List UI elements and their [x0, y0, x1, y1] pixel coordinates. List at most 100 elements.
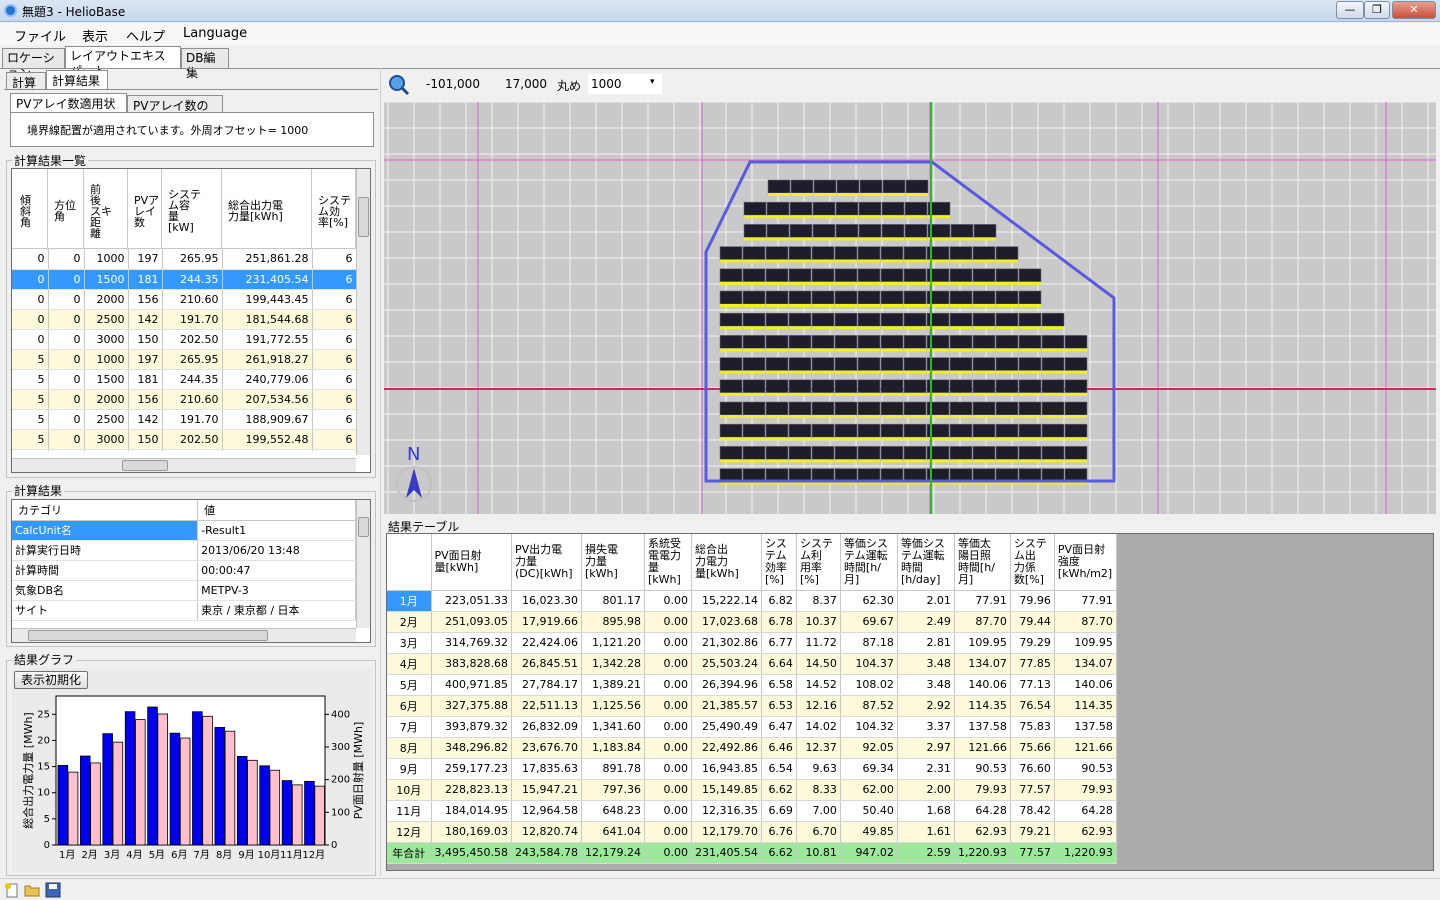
table-row[interactable]: 0 0 3000 150 202.50 191,772.55 6 [12, 329, 356, 350]
tab-calc[interactable]: 計算 [6, 72, 46, 90]
table-row[interactable]: 3月 314,769.32 22,424.06 1,121.20 0.00 21,302.… [387, 632, 1117, 654]
tab-calc-result[interactable]: 計算結果 [46, 70, 108, 90]
calc-list-hscroll[interactable] [12, 458, 356, 472]
table-row[interactable]: 10月 228,823.13 15,947.21 797.36 0.00 15,149.8… [387, 779, 1117, 801]
table-cell: 6.82 [761, 590, 797, 612]
table-row[interactable]: CalcUnit名 -Result1 [12, 520, 356, 541]
close-button[interactable]: ✕ [1392, 1, 1436, 19]
pv-module-shadow [813, 215, 835, 219]
column-header[interactable]: 等価シス テム運転 時間 [h/day] [897, 534, 955, 591]
pv-module [1018, 335, 1042, 349]
table-row[interactable]: 気象DB名 METPV-3 [12, 580, 356, 601]
new-file-icon[interactable] [4, 882, 20, 898]
vscroll-thumb[interactable] [358, 517, 369, 537]
table-row[interactable]: 計算時間 00:00:47 [12, 560, 356, 581]
table-cell: 76.60 [1010, 758, 1055, 780]
table-row[interactable]: 0 0 1000 197 265.95 251,861.28 6 [12, 249, 356, 270]
table-row[interactable]: 6月 327,375.88 22,511.13 1,125.56 0.00 21,385.… [387, 695, 1117, 717]
zoom-icon[interactable] [388, 74, 410, 96]
reset-view-button[interactable]: 表示初期化 [14, 671, 88, 689]
table-cell: 14.52 [796, 674, 841, 696]
table-row[interactable]: 5 0 2500 142 191.70 188,909.67 6 [12, 409, 356, 430]
splitter[interactable] [380, 68, 381, 876]
menu-help[interactable]: ヘルプ [126, 26, 165, 45]
pv-module [1018, 290, 1042, 305]
table-cell: 15,222.14 [691, 590, 762, 612]
calc-list-col-header[interactable]: システ ム容量 [kW] [162, 169, 222, 249]
column-header[interactable]: 等価太 陽日照 時間[h/月] [954, 534, 1011, 591]
calc-list-col-header[interactable]: PVア レイ数 [128, 169, 162, 249]
column-header[interactable]: 総合出 力電力 量[kWh] [691, 534, 762, 591]
table-cell: 1.61 [897, 821, 955, 843]
table-row[interactable]: 2月 251,093.05 17,919.66 895.98 0.00 17,023.68… [387, 611, 1117, 633]
table-cell: 140.06 [1054, 674, 1117, 696]
tab-pv-array-state[interactable]: PVアレイ数適用状態 [10, 93, 127, 128]
column-header[interactable]: PV出力電 力量 (DC)[kWh] [511, 534, 582, 591]
pv-module-shadow [812, 326, 834, 330]
calc-list-col-header[interactable]: 総合出力電 力量[kWh] [222, 169, 312, 249]
table-row[interactable]: 1001000197265.95266,430.736 [12, 449, 356, 451]
column-header[interactable]: 等価シス テム運転 時間[h/月] [840, 534, 898, 591]
pv-module [1064, 446, 1088, 460]
hscroll-thumb[interactable] [122, 460, 168, 471]
column-header[interactable]: システ ム利 用率 [%] [796, 534, 841, 591]
table-row[interactable]: 1月 223,051.33 16,023.30 801.17 0.00 15,222.14… [387, 590, 1117, 612]
pv-module-shadow [904, 281, 926, 285]
table-row[interactable]: 5 0 1500 181 244.35 240,779.06 6 [12, 369, 356, 390]
column-header[interactable]: シス テム 効率 [%] [761, 534, 797, 591]
table-row[interactable]: 9月 259,177.23 17,835.63 891.78 0.00 16,943.85… [387, 758, 1117, 780]
table-row[interactable]: 0 0 1500 181 244.35 231,405.54 6 [12, 269, 356, 290]
hscroll-thumb[interactable] [28, 630, 268, 641]
pv-module [743, 201, 767, 216]
column-header[interactable]: 損失電 力量 [kWh] [581, 534, 645, 591]
calc-list-col-header[interactable]: システ ム効 率[%] [312, 169, 356, 249]
tab-layout-expert[interactable]: レイアウトエキスパート [65, 46, 181, 78]
menu-file[interactable]: ファイル [14, 26, 66, 45]
table-row[interactable]: 8月 348,296.82 23,676.70 1,183.84 0.00 22,492.… [387, 737, 1117, 759]
pv-module [880, 401, 904, 416]
table-row[interactable]: 5 0 2000 156 210.60 207,534.56 6 [12, 389, 356, 410]
calc-list-col-header[interactable]: 前後スキ距離 [84, 169, 128, 249]
column-header[interactable] [387, 534, 432, 591]
calc-list-col-header[interactable]: 方位角 [48, 169, 84, 249]
tab-pv-array-change[interactable]: PVアレイ数の変更 [127, 95, 223, 130]
table-row[interactable]: サイト 東京 / 東京都 / 日本 [12, 600, 356, 621]
total-row[interactable]: 年合計 3,495,450.58 243,584.78 12,179.24 0.00 23… [387, 842, 1117, 864]
save-icon[interactable] [45, 882, 61, 898]
column-header[interactable]: PV面日射 強度 [kWh/m2] [1054, 534, 1117, 591]
menu-view[interactable]: 表示 [82, 26, 108, 45]
minimize-button[interactable]: — [1336, 1, 1364, 19]
pv-module [903, 357, 927, 371]
calc-result-hscroll[interactable] [12, 628, 356, 642]
column-header[interactable]: システ ム出 力係 数[%] [1010, 534, 1055, 591]
maximize-button[interactable]: ❐ [1364, 1, 1390, 19]
pv-module [719, 401, 743, 416]
table-row[interactable]: 5 0 1000 197 265.95 261,918.27 6 [12, 349, 356, 370]
open-folder-icon[interactable] [24, 882, 40, 898]
round-select[interactable]: 1000 ▾ [588, 74, 662, 94]
table-row[interactable]: 5月 400,971.85 27,784.17 1,389.21 0.00 26,394.… [387, 674, 1117, 696]
vscroll-thumb[interactable] [358, 197, 369, 237]
table-cell: 12.37 [796, 737, 841, 759]
table-row[interactable]: 0 0 2500 142 191.70 181,544.68 6 [12, 309, 356, 330]
calc-list-col-header[interactable]: 傾斜角 [12, 169, 48, 249]
tab-location[interactable]: ロケーション [2, 48, 65, 80]
table-row[interactable]: 12月 180,169.03 12,820.74 641.04 0.00 12,179.7… [387, 821, 1117, 843]
table-row[interactable]: 4月 383,828.68 26,845.51 1,342.28 0.00 25,503.… [387, 653, 1117, 675]
column-header[interactable]: PV面日射 量[kWh] [431, 534, 512, 591]
table-row[interactable]: 11月 184,014.95 12,964.58 648.23 0.00 12,316.3… [387, 800, 1117, 822]
calc-list-vscroll[interactable] [356, 169, 370, 455]
table-row[interactable]: 計算実行日時 2013/06/20 13:48 [12, 540, 356, 561]
pv-module-shadow [1042, 459, 1064, 463]
column-header[interactable]: 系統受 電電力量 [kWh] [644, 534, 692, 591]
table-cell: 87.52 [840, 695, 898, 717]
calc-result-vscroll[interactable] [356, 500, 370, 628]
table-row[interactable]: 5 0 3000 150 202.50 199,552.48 6 [12, 429, 356, 450]
table-row[interactable]: 7月 393,879.32 26,832.09 1,341.60 0.00 25,490.… [387, 716, 1117, 738]
menu-language[interactable]: Language [183, 26, 247, 41]
tab-db-edit[interactable]: DB編集 [181, 48, 229, 80]
table-row[interactable]: 0 0 2000 156 210.60 199,443.45 6 [12, 289, 356, 310]
pv-module-shadow [883, 193, 905, 196]
layout-canvas[interactable]: N [384, 102, 1436, 514]
pv-module-shadow [904, 392, 926, 396]
